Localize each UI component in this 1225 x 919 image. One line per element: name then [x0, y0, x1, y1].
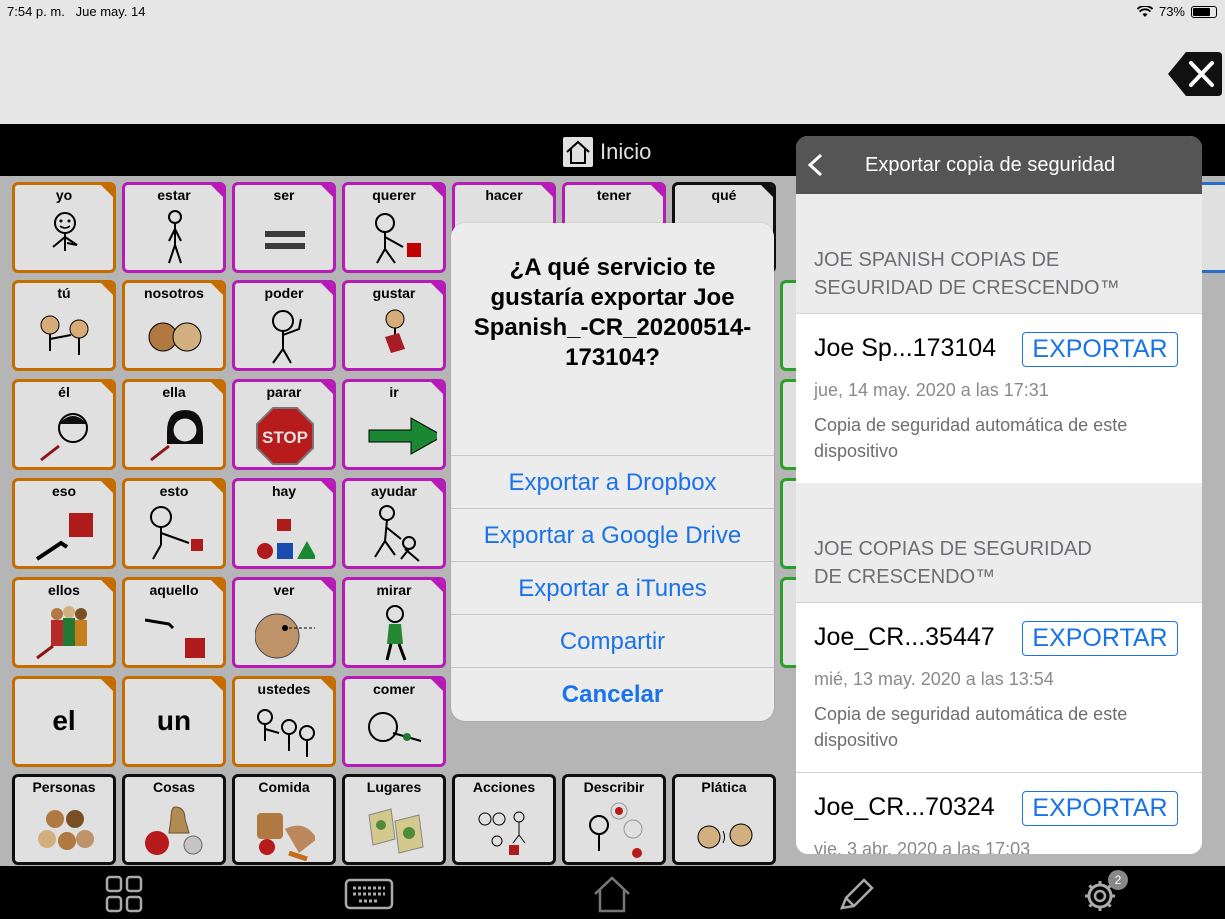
backup-name: Joe Sp...173104 — [814, 334, 997, 362]
backup-date: mié, 13 may. 2020 a las 13:54 — [814, 669, 1054, 689]
pencil-icon[interactable] — [836, 874, 876, 914]
grid-icon[interactable] — [104, 874, 144, 914]
wifi-icon — [1136, 5, 1153, 17]
top-area — [0, 22, 1225, 124]
status-time-date: 7:54 p. m. Jue may. 14 — [7, 4, 146, 19]
back-chevron-icon[interactable] — [806, 152, 824, 178]
backup-name: Joe_CR...70324 — [814, 793, 995, 821]
bottom-toolbar: 2 — [0, 866, 1225, 919]
section-header: JOE SPANISH COPIAS DE SEGURIDAD DE CRESC… — [814, 249, 1120, 299]
export-button[interactable]: EXPORTAR — [1022, 332, 1178, 367]
export-dropbox-button[interactable]: Exportar a Dropbox — [451, 455, 774, 508]
keyboard-icon[interactable] — [344, 874, 394, 914]
share-button[interactable]: Compartir — [451, 614, 774, 667]
backup-row: Joe Sp...173104 EXPORTAR jue, 14 may. 20… — [796, 313, 1202, 483]
export-itunes-button[interactable]: Exportar a iTunes — [451, 561, 774, 614]
screen: 7:54 p. m. Jue may. 14 73% Inicio yo est… — [0, 0, 1225, 919]
alert-question: ¿A qué servicio te gustaría exportar Joe… — [473, 254, 752, 371]
export-service-alert: ¿A qué servicio te gustaría exportar Joe… — [451, 223, 774, 721]
cancel-button[interactable]: Cancelar — [451, 667, 774, 720]
status-bar: 7:54 p. m. Jue may. 14 73% — [0, 0, 1225, 22]
close-icon[interactable] — [1168, 52, 1222, 96]
backup-description: Copia de seguridad automática de este di… — [814, 704, 1128, 750]
export-button[interactable]: EXPORTAR — [1022, 621, 1178, 656]
home-icon[interactable] — [592, 874, 632, 914]
export-backup-panel: Exportar copia de seguridad JOE SPANISH … — [796, 136, 1202, 854]
battery-percent: 73% — [1158, 4, 1185, 19]
backup-row: Joe_CR...70324 EXPORTAR vie, 3 abr. 2020… — [796, 772, 1202, 854]
panel-title: Exportar copia de seguridad — [865, 154, 1116, 176]
backup-date: vie, 3 abr. 2020 a las 17:03 — [814, 839, 1031, 854]
backup-row: Joe_CR...35447 EXPORTAR mié, 13 may. 202… — [796, 602, 1202, 772]
export-button[interactable]: EXPORTAR — [1022, 791, 1178, 826]
status-date: Jue may. 14 — [75, 4, 146, 19]
section-header: JOE COPIAS DE SEGURIDAD DE CRESCENDO™ — [814, 538, 1092, 588]
export-google-drive-button[interactable]: Exportar a Google Drive — [451, 508, 774, 561]
status-time: 7:54 p. m. — [7, 4, 65, 19]
status-indicators: 73% — [1136, 4, 1217, 19]
backup-date: jue, 14 may. 2020 a las 17:31 — [814, 380, 1049, 400]
backup-description: Copia de seguridad automática de este di… — [814, 415, 1128, 461]
settings-badge: 2 — [1108, 870, 1128, 890]
battery-icon — [1191, 5, 1217, 18]
panel-header: Exportar copia de seguridad — [796, 136, 1202, 194]
backup-name: Joe_CR...35447 — [814, 623, 995, 651]
